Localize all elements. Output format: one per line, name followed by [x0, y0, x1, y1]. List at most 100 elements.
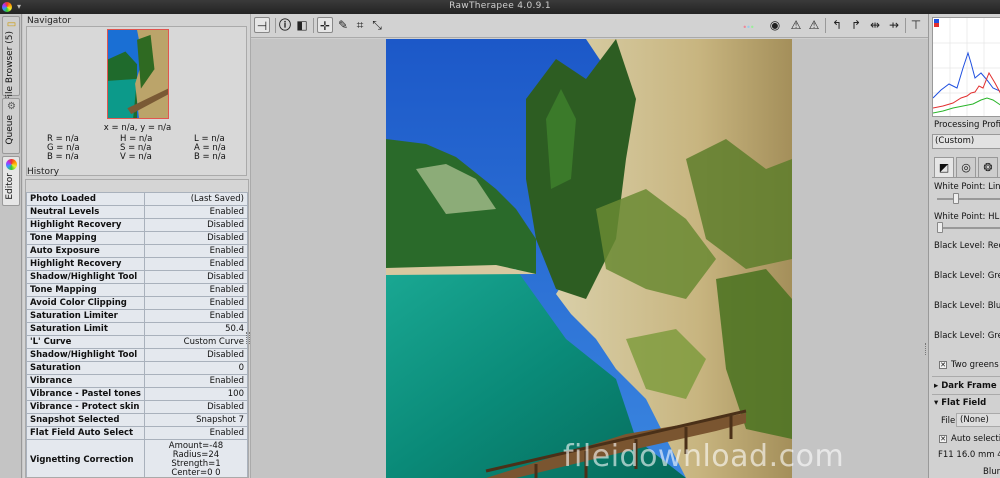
focus-mask-icon[interactable]: ◉: [767, 17, 783, 33]
slider-thumb[interactable]: [937, 222, 943, 233]
detail-tab-icon[interactable]: ❂: [978, 157, 998, 177]
history-row[interactable]: Highlight Recovery Enabled: [26, 257, 248, 271]
preview-image[interactable]: [386, 39, 792, 478]
flat-field-file-select[interactable]: (None): [956, 413, 1000, 427]
history-row[interactable]: Shadow/Highlight Tool Disabled: [26, 348, 248, 362]
history-row[interactable]: Vibrance - Pastel tones 100: [26, 387, 248, 401]
history-row[interactable]: Vibrance Enabled: [26, 374, 248, 388]
history-row-name: Saturation: [26, 361, 145, 375]
straighten-icon[interactable]: ⤡: [369, 17, 385, 33]
before-after-icon[interactable]: ◧: [294, 17, 310, 33]
history-row-value: Custom Curve: [143, 335, 248, 349]
right-panel: Processing Profile (Custom) ◩ ◎ ❂ White …: [928, 14, 1000, 478]
tab-editor[interactable]: Editor: [2, 156, 20, 206]
history-row[interactable]: Photo Loaded (Last Saved): [26, 192, 248, 206]
history-row-name: Flat Field Auto Select: [26, 426, 145, 440]
history-row-value: Disabled: [143, 231, 248, 245]
history-row[interactable]: Saturation Limit 50.4: [26, 322, 248, 336]
folder-icon: ▭: [6, 19, 17, 30]
history-row-value: Disabled: [143, 270, 248, 284]
history-row-value: 50.4: [143, 322, 248, 336]
history-row[interactable]: Tone Mapping Disabled: [26, 231, 248, 245]
hand-tool-icon[interactable]: ✛: [317, 17, 333, 33]
exposure-tab-icon[interactable]: ◩: [934, 157, 954, 177]
navigator-thumbnail[interactable]: [107, 29, 169, 119]
lens-info-label: F11 16.0 mm 42: [938, 450, 1000, 460]
history-row-value: Disabled: [143, 348, 248, 362]
color-tab-icon[interactable]: ◎: [956, 157, 976, 177]
history-row[interactable]: Neutral Levels Enabled: [26, 205, 248, 219]
auto-selection-checkbox[interactable]: ✕: [939, 435, 947, 443]
preview-image-graphic: [386, 39, 792, 478]
warning-highlight-icon[interactable]: ⚠: [806, 17, 822, 33]
history-row[interactable]: Tone Mapping Enabled: [26, 283, 248, 297]
navigator-thumbnail-image: [108, 30, 168, 118]
tab-queue[interactable]: ⚙ Queue: [2, 98, 20, 154]
history-row[interactable]: Shadow/Highlight Tool Disabled: [26, 270, 248, 284]
rotate-right-icon[interactable]: ↱: [848, 17, 864, 33]
history-row-name: Shadow/Highlight Tool: [26, 270, 145, 284]
file-label: File: [941, 416, 956, 426]
history-row-value: (Last Saved): [143, 192, 248, 206]
dark-frame-expander[interactable]: ▸ Dark Frame: [934, 381, 997, 391]
divider: [932, 376, 1000, 377]
white-point-hl-label: White Point: HL: [934, 212, 1000, 222]
histogram: [932, 17, 1000, 117]
processing-profile-select[interactable]: (Custom): [932, 134, 1000, 149]
white-point-lin-slider[interactable]: [937, 193, 1000, 204]
history-row-name: Tone Mapping: [26, 231, 145, 245]
history-row-value: 100: [143, 387, 248, 401]
history-row[interactable]: Saturation 0: [26, 361, 248, 375]
history-panel: Photo Loaded (Last Saved) Neutral Levels En…: [25, 179, 249, 478]
color-picker-icon[interactable]: ✎: [335, 17, 351, 33]
history-row-name: Vibrance - Pastel tones: [26, 387, 145, 401]
flip-horizontal-icon[interactable]: ⇹: [867, 17, 883, 33]
color-dots-icon: •••: [742, 23, 754, 32]
history-row[interactable]: Highlight Recovery Disabled: [26, 218, 248, 232]
history-title: History: [27, 167, 60, 177]
panel-toggle-icon[interactable]: ⊣: [254, 17, 270, 33]
title-bar: ▾ RawTherapee 4.0.9.1: [0, 0, 1000, 14]
history-row-name: Auto Exposure: [26, 244, 145, 258]
navigator-panel: x = n/a, y = n/a R = n/a G = n/a B = n/a…: [26, 26, 247, 176]
history-row[interactable]: Avoid Color Clipping Enabled: [26, 296, 248, 310]
history-row[interactable]: Vibrance - Protect skin Disabled: [26, 400, 248, 414]
history-row-value: Enabled: [143, 309, 248, 323]
history-row-name: Snapshot Selected: [26, 413, 145, 427]
history-row-name: Avoid Color Clipping: [26, 296, 145, 310]
history-row[interactable]: Auto Exposure Enabled: [26, 244, 248, 258]
history-row-value: Enabled: [143, 205, 248, 219]
rotate-left-icon[interactable]: ↰: [829, 17, 845, 33]
editor-toolbar: ⊣ ⓘ ◧ ✛ ✎ ⌗ ⤡ ••• ◉ ⚠ ⚠ ↰ ↱ ⇹ ⇸ ⊤: [251, 14, 929, 38]
white-point-hl-slider[interactable]: [937, 222, 1000, 233]
vignetting-param: Center=0 0: [171, 467, 221, 478]
window-title: RawTherapee 4.0.9.1: [449, 1, 551, 11]
history-row-name: Saturation Limiter: [26, 309, 145, 323]
warning-shadow-icon[interactable]: ⚠: [788, 17, 804, 33]
tab-file-browser-label: File Browser (5): [5, 31, 15, 102]
slider-thumb[interactable]: [953, 193, 959, 204]
left-panel-resize-handle[interactable]: [245, 332, 250, 344]
history-row[interactable]: Flat Field Auto Select Enabled: [26, 426, 248, 440]
history-row[interactable]: Vignetting Correction Amount=-48 Radius=24…: [26, 439, 248, 478]
flip-vertical-icon[interactable]: ⇸: [886, 17, 902, 33]
history-row-value: 0: [143, 361, 248, 375]
history-row[interactable]: Snapshot Selected Snapshot 7: [26, 413, 248, 427]
history-row-value: Enabled: [143, 426, 248, 440]
tab-file-browser[interactable]: ▭ File Browser (5): [2, 16, 20, 101]
panel-toggle-right-icon[interactable]: ⊤: [908, 17, 924, 33]
history-row-value: Disabled: [143, 400, 248, 414]
history-header: [26, 180, 248, 192]
two-greens-checkbox[interactable]: ✕: [939, 361, 947, 369]
history-row[interactable]: 'L' Curve Custom Curve: [26, 335, 248, 349]
history-row-value: Enabled: [143, 374, 248, 388]
crop-icon[interactable]: ⌗: [352, 17, 368, 33]
history-row[interactable]: Saturation Limiter Enabled: [26, 309, 248, 323]
histogram-graph: [933, 18, 1000, 116]
flat-field-expander[interactable]: ▾ Flat Field: [934, 398, 986, 408]
value-v: V = n/a: [120, 152, 152, 162]
history-row-value: Enabled: [143, 296, 248, 310]
image-viewport[interactable]: fileidownload.com: [251, 39, 929, 478]
side-tab-bar: ▭ File Browser (5) ⚙ Queue Editor: [0, 14, 22, 478]
info-icon[interactable]: ⓘ: [277, 17, 293, 33]
